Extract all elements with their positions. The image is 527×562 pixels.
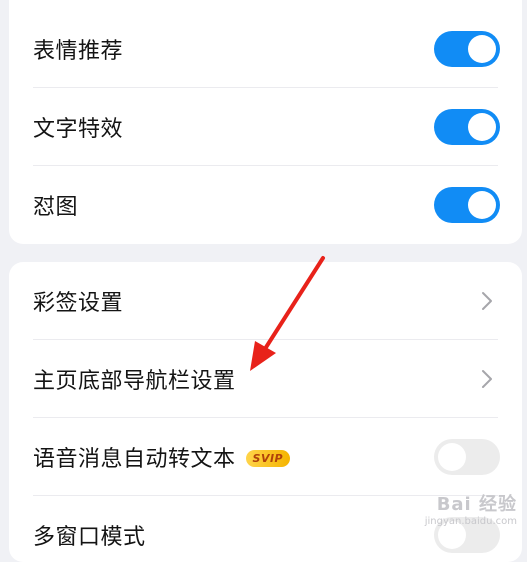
emoji-recommend-toggle[interactable] xyxy=(434,31,500,67)
setting-row-text-effects[interactable]: 文字特效 xyxy=(9,88,522,166)
setting-label: 彩签设置 xyxy=(33,291,124,316)
setting-label: 文字特效 xyxy=(33,117,124,142)
settings-card-top: 表情推荐 文字特效 怼图 xyxy=(9,0,522,244)
setting-label-with-badge: 语音消息自动转文本 SVIP xyxy=(33,441,291,473)
watermark-title: Bai 经验 xyxy=(436,494,517,515)
voice-to-text-toggle[interactable] xyxy=(434,439,500,475)
chevron-right-icon xyxy=(482,370,492,388)
setting-row-bottom-nav[interactable]: 主页底部导航栏设置 xyxy=(9,340,522,418)
toggle-knob xyxy=(438,443,466,471)
toggle-knob xyxy=(468,35,496,63)
toggle-knob xyxy=(468,113,496,141)
chevron-right-icon xyxy=(482,292,492,310)
text-effects-toggle[interactable] xyxy=(434,109,500,145)
setting-row-voice-to-text[interactable]: 语音消息自动转文本 SVIP xyxy=(9,418,522,496)
svip-badge: SVIP xyxy=(245,449,291,467)
watermark-url: jingyan.baidu.com xyxy=(424,516,517,527)
setting-label: 主页底部导航栏设置 xyxy=(33,369,236,394)
setting-label: 多窗口模式 xyxy=(33,525,146,550)
setting-row-emoji-recommend[interactable]: 表情推荐 xyxy=(9,10,522,88)
setting-label: 怼图 xyxy=(33,195,79,220)
setting-label: 表情推荐 xyxy=(33,39,124,64)
setting-label: 语音消息自动转文本 xyxy=(33,447,236,472)
dui-tu-toggle[interactable] xyxy=(434,187,500,223)
setting-row-dui-tu[interactable]: 怼图 xyxy=(9,166,522,244)
toggle-knob xyxy=(468,191,496,219)
baidu-jingyan-watermark: Bai 经验 jingyan.baidu.com xyxy=(425,490,517,527)
setting-row-color-tag[interactable]: 彩签设置 xyxy=(9,262,522,340)
